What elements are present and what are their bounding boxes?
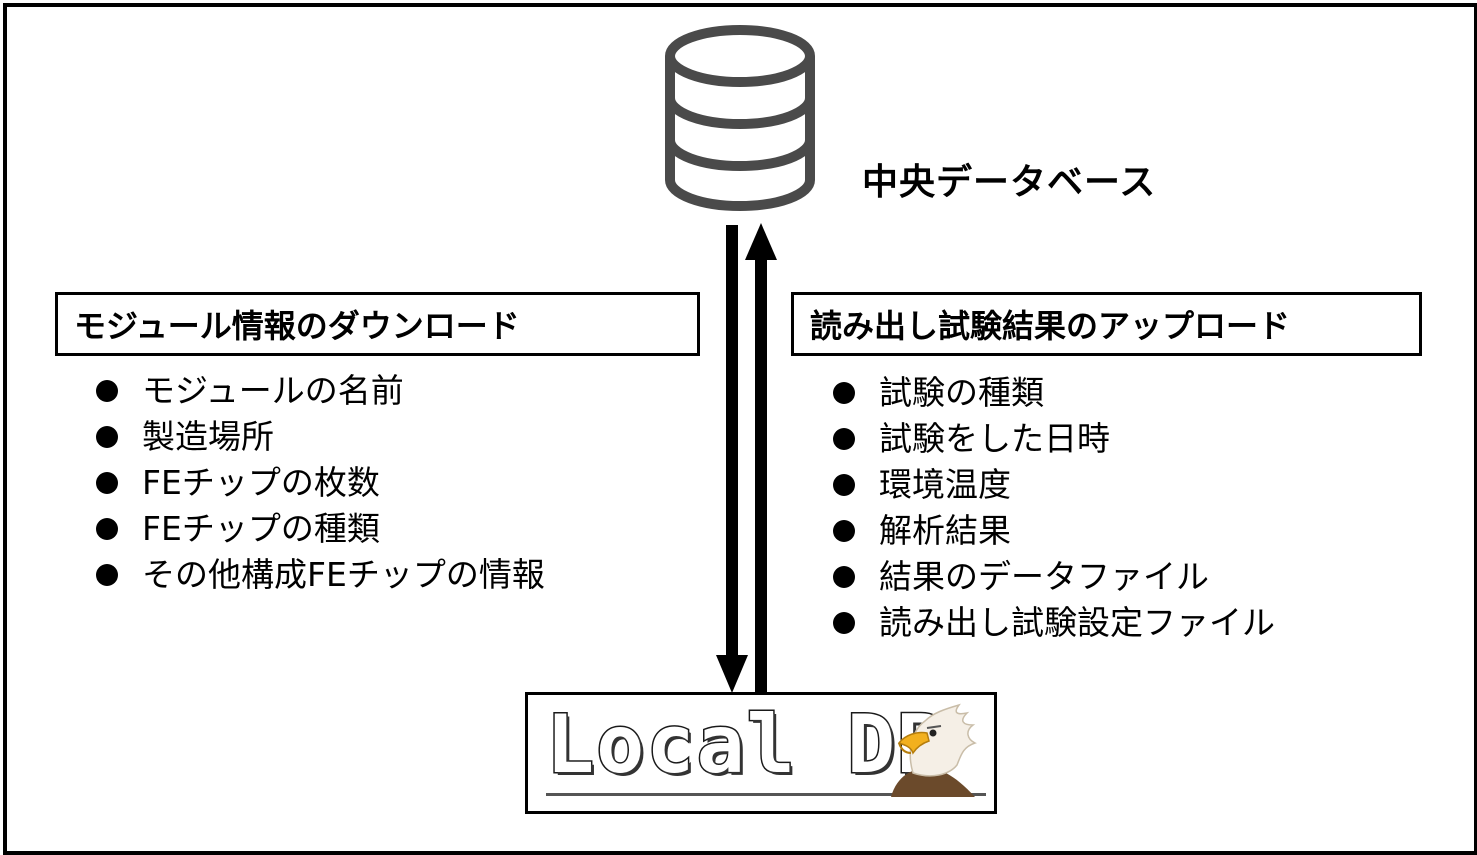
upload-title-box: 読み出し試験結果のアップロード [791, 292, 1422, 356]
list-item: 結果のデータファイル [833, 554, 1275, 600]
download-item-list: モジュールの名前 製造場所 FEチップの枚数 FEチップの種類 その他構成FEチ… [96, 368, 545, 598]
bullet-icon [96, 518, 118, 540]
download-title: モジュール情報のダウンロード [74, 307, 520, 345]
list-item: 試験をした日時 [833, 416, 1275, 462]
local-db-box: Local DB [525, 692, 997, 814]
bullet-icon [96, 564, 118, 586]
list-item: FEチップの枚数 [96, 460, 545, 506]
list-item: 環境温度 [833, 462, 1275, 508]
bullet-icon [96, 472, 118, 494]
bullet-icon [833, 474, 855, 496]
list-item: 読み出し試験設定ファイル [833, 600, 1275, 646]
upload-title: 読み出し試験結果のアップロード [810, 307, 1291, 345]
list-item: その他構成FEチップの情報 [96, 552, 545, 598]
bullet-icon [833, 520, 855, 542]
download-arrow [716, 225, 748, 693]
eagle-icon [891, 703, 977, 797]
list-item: FEチップの種類 [96, 506, 545, 552]
upload-arrow [745, 223, 777, 695]
list-item: 製造場所 [96, 414, 545, 460]
database-icon [665, 25, 815, 211]
bullet-icon [96, 426, 118, 448]
bullet-icon [833, 428, 855, 450]
list-item: 試験の種類 [833, 370, 1275, 416]
bullet-icon [833, 612, 855, 634]
list-item: モジュールの名前 [96, 368, 545, 414]
bullet-icon [833, 566, 855, 588]
bullet-icon [833, 382, 855, 404]
upload-item-list: 試験の種類 試験をした日時 環境温度 解析結果 結果のデータファイル 読み出し試… [833, 370, 1275, 646]
central-db-label: 中央データベース [862, 162, 1157, 203]
list-item: 解析結果 [833, 508, 1275, 554]
bullet-icon [96, 380, 118, 402]
download-title-box: モジュール情報のダウンロード [55, 292, 700, 356]
transfer-arrows [716, 223, 777, 695]
